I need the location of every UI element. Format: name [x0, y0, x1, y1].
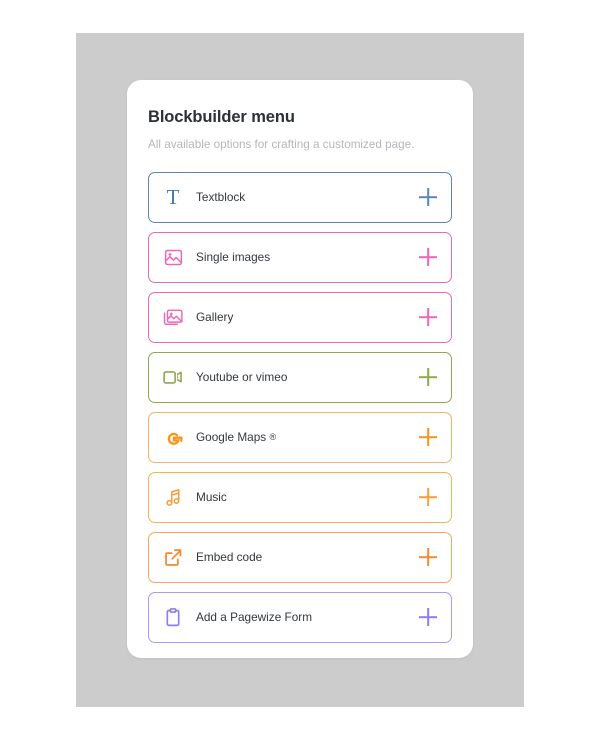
- add-block-button[interactable]: [419, 488, 437, 506]
- add-block-button[interactable]: [419, 608, 437, 626]
- option-row-youtube-or-vimeo[interactable]: Youtube or vimeo: [148, 351, 452, 403]
- page-subtitle: All available options for crafting a cus…: [148, 137, 415, 151]
- option-row-add-pagewize-form[interactable]: Add a Pagewize Form: [148, 591, 452, 643]
- gallery-icon: [162, 306, 184, 328]
- page-title: Blockbuilder menu: [148, 108, 295, 126]
- option-label: Embed code: [196, 550, 263, 565]
- screen: Blockbuilder menu All available options …: [0, 0, 600, 741]
- option-label: Textblock: [196, 190, 246, 205]
- single-image-icon: [162, 246, 184, 268]
- option-label: Google Maps ®: [196, 430, 277, 445]
- add-block-button[interactable]: [419, 368, 437, 386]
- video-camera-icon: [162, 366, 184, 388]
- add-block-button[interactable]: [419, 428, 437, 446]
- option-row-textblock[interactable]: T Textblock: [148, 171, 452, 223]
- option-row-embed-code[interactable]: Embed code: [148, 531, 452, 583]
- music-note-icon: [162, 486, 184, 508]
- option-label: Gallery: [196, 310, 234, 325]
- external-link-icon: [162, 546, 184, 568]
- option-label: Single images: [196, 250, 271, 265]
- option-label: Youtube or vimeo: [196, 370, 288, 385]
- textblock-icon: T: [166, 184, 180, 209]
- blockbuilder-menu-card: Blockbuilder menu All available options …: [127, 80, 473, 658]
- option-label: Music: [196, 490, 227, 505]
- option-label: Add a Pagewize Form: [196, 610, 313, 625]
- option-row-google-maps[interactable]: Google Maps ®: [148, 411, 452, 463]
- registered-mark: ®: [269, 432, 277, 443]
- google-g-icon: [162, 426, 184, 448]
- option-row-music[interactable]: Music: [148, 471, 452, 523]
- add-block-button[interactable]: [419, 248, 437, 266]
- option-row-single-images[interactable]: Single images: [148, 231, 452, 283]
- add-block-button[interactable]: [419, 548, 437, 566]
- add-block-button[interactable]: [419, 188, 437, 206]
- add-block-button[interactable]: [419, 308, 437, 326]
- option-row-gallery[interactable]: Gallery: [148, 291, 452, 343]
- blockbuilder-options-list: T Textblock Single images Gallery Youtub…: [148, 171, 452, 643]
- clipboard-icon: [162, 606, 184, 628]
